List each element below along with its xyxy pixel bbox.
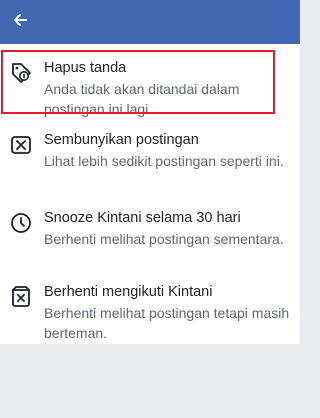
menu-item-title: Berhenti mengikuti Kintani [44,284,213,300]
menu-item-subtitle: Lihat lebih sedikit postingan seperti in… [44,153,284,169]
close-box-icon [11,136,31,154]
menu-item-unfollow[interactable]: Berhenti mengikuti Kintani Berhenti meli… [0,276,300,341]
background-area [0,344,300,418]
unfollow-icon [12,286,30,307]
clock-icon [11,213,31,233]
arrow-left-icon [14,14,27,26]
post-options-menu: Hapus tanda Anda tidak akan ditandai dal… [0,44,300,344]
menu-item-title: Sembunyikan postingan [44,132,199,148]
menu-item-subtitle: Berhenti melihat postingan sementara. [44,231,284,247]
menu-item-subtitle: Berhenti melihat postingan tetapi masih … [44,305,290,341]
top-bar [0,0,300,44]
menu-item-hide-post[interactable]: Sembunyikan postingan Lihat lebih sediki… [0,124,300,188]
back-button[interactable] [4,2,36,38]
highlight-box [1,50,275,114]
menu-item-snooze[interactable]: Snooze Kintani selama 30 hari Berhenti m… [0,202,300,266]
menu-item-title: Snooze Kintani selama 30 hari [44,210,241,226]
